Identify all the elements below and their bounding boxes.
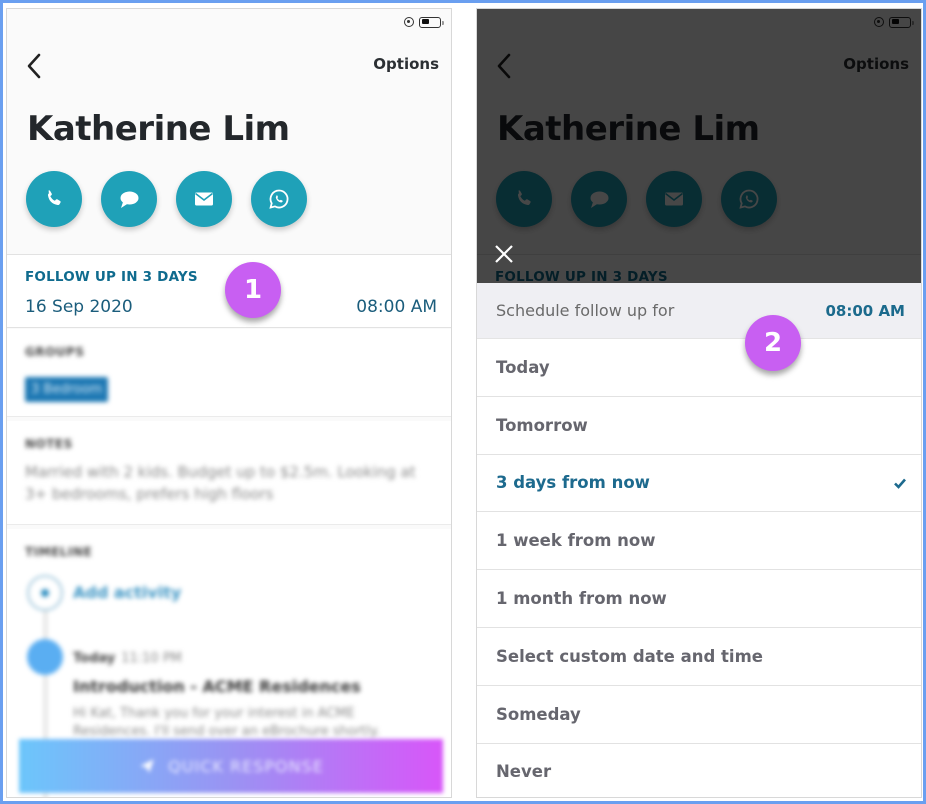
- followup-option-label: 3 days from now: [496, 473, 650, 493]
- annotation-badge-1: 1: [225, 262, 281, 318]
- followup-option-label: Today: [496, 357, 550, 377]
- annotation-badge-2: 2: [745, 315, 801, 371]
- schedule-followup-screen: Options Katherine Lim FOLLOW UP IN 3 DAY…: [476, 8, 922, 798]
- status-bar: [404, 15, 444, 29]
- followup-option-label: Someday: [496, 704, 581, 724]
- add-activity-link[interactable]: Add activity: [73, 583, 181, 602]
- contact-detail-screen: Options Katherine Lim FOLLOW UP IN 3 DAY…: [6, 8, 452, 798]
- notes-title: NOTES: [25, 437, 73, 451]
- modal-backdrop[interactable]: [477, 9, 921, 283]
- options-button[interactable]: Options: [373, 55, 439, 73]
- whatsapp-button[interactable]: [251, 171, 307, 227]
- followup-label: FOLLOW UP IN 3 DAYS: [25, 269, 198, 285]
- followup-option-label: 1 week from now: [496, 531, 656, 551]
- quick-response-label: QUICK RESPONSE: [168, 756, 324, 776]
- group-chip[interactable]: 3 Bedroom: [25, 377, 109, 402]
- groups-title: GROUPS: [25, 345, 85, 359]
- call-button[interactable]: [26, 171, 82, 227]
- contact-actions: [26, 171, 307, 227]
- timeline-entry-title[interactable]: Introduction - ACME Residences: [73, 677, 361, 696]
- message-button[interactable]: [101, 171, 157, 227]
- followup-option[interactable]: Tomorrow: [477, 397, 921, 455]
- send-icon: [140, 759, 154, 773]
- phone-icon: [47, 190, 61, 206]
- battery-icon: [419, 16, 444, 28]
- notes-text: Married with 2 kids. Budget up to $2.5m.…: [25, 463, 416, 503]
- followup-options-list: Today Tomorrow 3 days from now 1 week from …: [477, 339, 921, 797]
- rotation-lock-icon: [404, 17, 414, 27]
- followup-option[interactable]: 3 days from now: [477, 455, 921, 513]
- screenshot-frame: Options Katherine Lim FOLLOW UP IN 3 DAY…: [3, 3, 923, 801]
- checkmark-icon: [894, 478, 906, 489]
- close-icon: [495, 245, 513, 263]
- followup-option-label: Never: [496, 762, 552, 782]
- timeline-entry-body: Hi Kat, Thank you for your interest in A…: [73, 706, 380, 739]
- timeline-entry-day: Today: [73, 651, 116, 666]
- followup-time: 08:00 AM: [356, 297, 437, 317]
- back-button[interactable]: [25, 51, 45, 81]
- notes-section: NOTES Married with 2 kids. Budget up to …: [7, 421, 451, 525]
- followup-option-label: Select custom date and time: [496, 646, 763, 666]
- add-activity-icon[interactable]: [27, 575, 63, 611]
- followup-option[interactable]: Select custom date and time: [477, 628, 921, 686]
- quick-response-button[interactable]: QUICK RESPONSE: [19, 739, 443, 793]
- timeline-entry-date: Today 11:10 PM: [73, 651, 182, 666]
- chevron-left-icon: [27, 53, 41, 79]
- whatsapp-icon: [269, 189, 289, 209]
- followup-option[interactable]: 1 week from now: [477, 512, 921, 571]
- schedule-followup-sheet: Schedule follow up for 08:00 AM Today Tom…: [477, 283, 921, 797]
- email-button[interactable]: [176, 171, 232, 227]
- followup-option-label: Tomorrow: [496, 415, 588, 435]
- sheet-title: Schedule follow up for: [496, 301, 675, 320]
- followup-option[interactable]: Someday: [477, 686, 921, 744]
- followup-option[interactable]: Today: [477, 339, 921, 397]
- contact-name: Katherine Lim: [27, 109, 290, 149]
- envelope-icon: [195, 192, 213, 206]
- timeline-entry-time: 11:10 PM: [121, 651, 182, 666]
- followup-option[interactable]: Never: [477, 744, 921, 797]
- groups-section: GROUPS 3 Bedroom: [7, 329, 451, 417]
- followup-option[interactable]: 1 month from now: [477, 570, 921, 628]
- followup-date: 16 Sep 2020: [25, 297, 133, 317]
- chat-bubble-icon: [120, 191, 139, 208]
- close-button[interactable]: [493, 243, 515, 265]
- timeline-title: TIMELINE: [25, 545, 93, 559]
- timeline-entry-icon: [27, 639, 63, 675]
- sheet-time-button[interactable]: 08:00 AM: [825, 302, 905, 320]
- sheet-header: Schedule follow up for 08:00 AM: [477, 283, 921, 339]
- followup-option-label: 1 month from now: [496, 589, 667, 609]
